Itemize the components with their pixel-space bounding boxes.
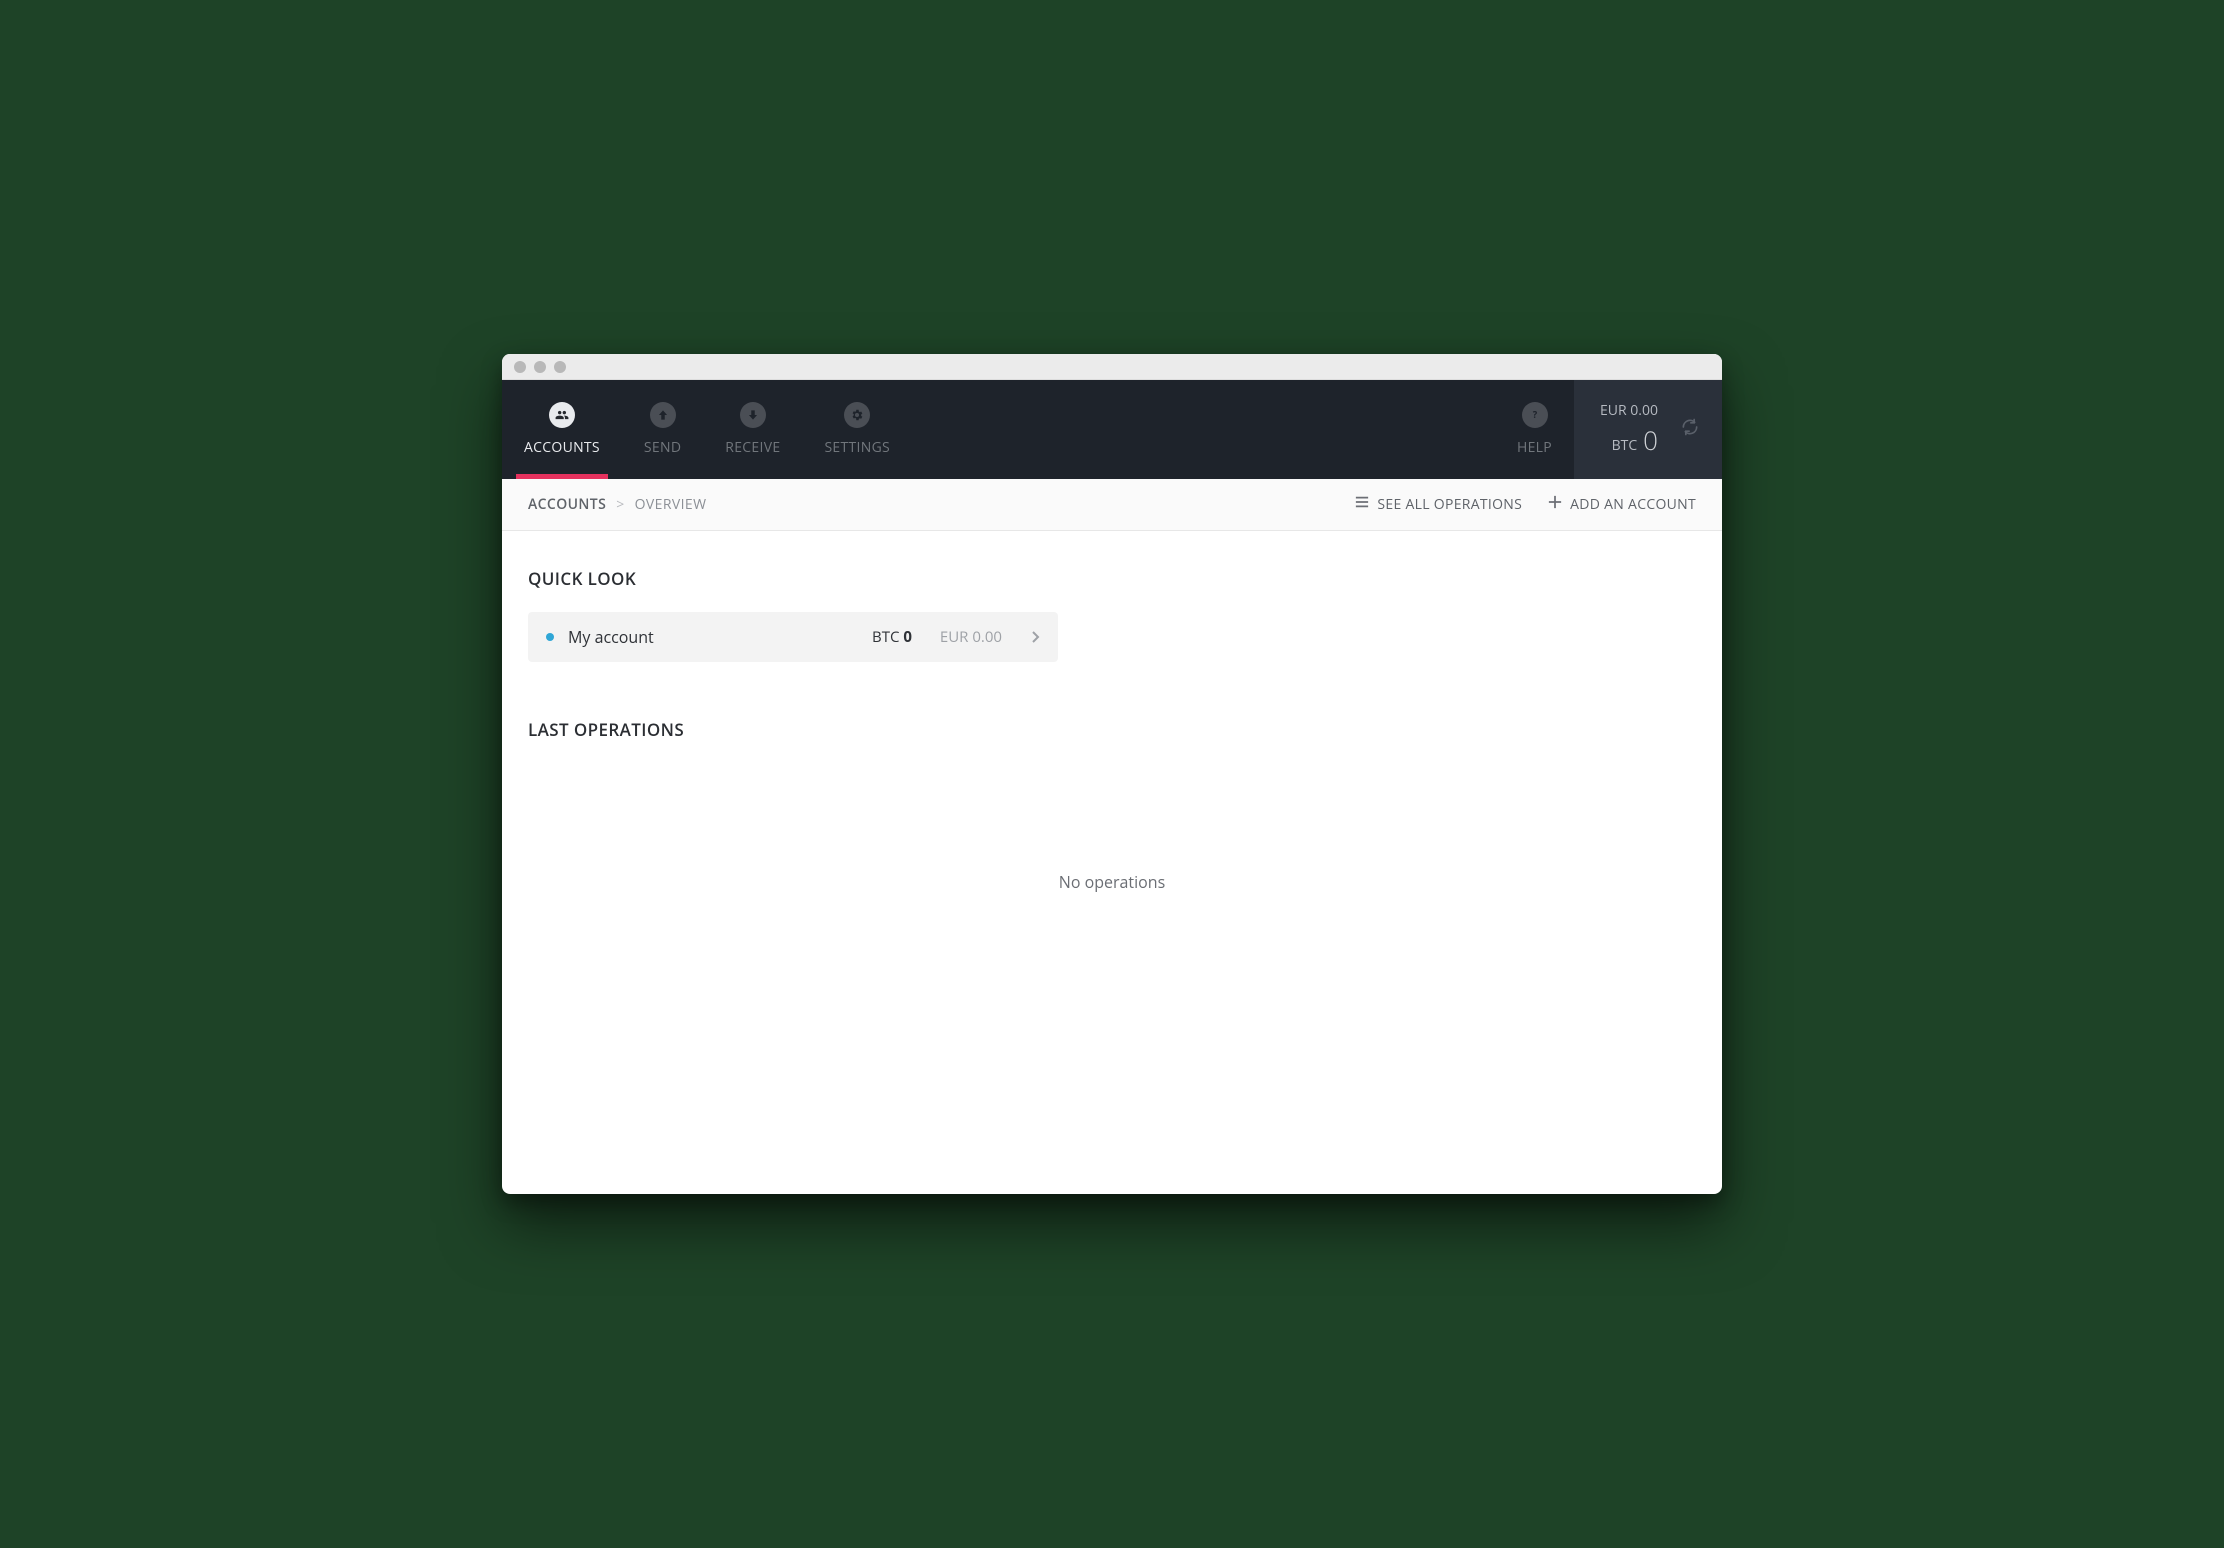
add-account-label: ADD AN ACCOUNT (1570, 495, 1696, 514)
account-eur: EUR 0.00 (940, 627, 1002, 647)
refresh-icon[interactable] (1680, 417, 1700, 442)
window-minimize-button[interactable] (534, 361, 546, 373)
main-header: ACCOUNTS SEND RECEIVE SETTINGS (502, 380, 1722, 479)
help-icon: ? (1522, 402, 1548, 428)
accounts-icon (549, 402, 575, 428)
see-all-operations-button[interactable]: SEE ALL OPERATIONS (1355, 495, 1522, 514)
account-btc: BTC 0 (872, 627, 912, 647)
nav-accounts-label: ACCOUNTS (524, 438, 600, 457)
add-account-button[interactable]: ADD AN ACCOUNT (1548, 495, 1696, 514)
nav-settings[interactable]: SETTINGS (802, 380, 912, 479)
svg-text:?: ? (1532, 408, 1537, 421)
account-color-dot (546, 633, 554, 641)
nav-help[interactable]: ? HELP (1495, 380, 1574, 479)
subheader: ACCOUNTS > OVERVIEW SEE ALL OPERATIONS A… (502, 479, 1722, 531)
settings-icon (844, 402, 870, 428)
nav-settings-label: SETTINGS (824, 438, 890, 457)
window-close-button[interactable] (514, 361, 526, 373)
chevron-right-icon (1032, 626, 1040, 648)
quick-look-title: QUICK LOOK (528, 567, 1696, 590)
content-area: QUICK LOOK My account BTC 0 EUR 0.00 LAS… (502, 531, 1722, 1194)
balance-text: EUR 0.00 BTC 0 (1600, 400, 1658, 460)
window-maximize-button[interactable] (554, 361, 566, 373)
balance-eur: EUR 0.00 (1600, 400, 1658, 421)
nav-send[interactable]: SEND (622, 380, 703, 479)
balance-btc: BTC 0 (1600, 421, 1658, 460)
nav-receive-label: RECEIVE (725, 438, 780, 457)
window-titlebar (502, 354, 1722, 380)
breadcrumb: ACCOUNTS > OVERVIEW (528, 495, 706, 514)
breadcrumb-current: OVERVIEW (635, 495, 707, 514)
balance-box: EUR 0.00 BTC 0 (1574, 380, 1722, 479)
nav-receive[interactable]: RECEIVE (703, 380, 802, 479)
nav-send-label: SEND (644, 438, 681, 457)
nav-accounts[interactable]: ACCOUNTS (502, 380, 622, 479)
breadcrumb-root[interactable]: ACCOUNTS (528, 495, 606, 514)
app-window: ACCOUNTS SEND RECEIVE SETTINGS (502, 354, 1722, 1194)
list-icon (1355, 495, 1369, 514)
main-nav: ACCOUNTS SEND RECEIVE SETTINGS (502, 380, 912, 479)
send-icon (650, 402, 676, 428)
plus-icon (1548, 495, 1562, 514)
no-operations-message: No operations (528, 871, 1696, 893)
nav-help-label: HELP (1517, 438, 1552, 457)
account-name: My account (568, 626, 654, 648)
account-card[interactable]: My account BTC 0 EUR 0.00 (528, 612, 1058, 662)
last-operations-title: LAST OPERATIONS (528, 718, 1696, 741)
breadcrumb-separator: > (616, 495, 624, 514)
see-all-operations-label: SEE ALL OPERATIONS (1377, 495, 1522, 514)
receive-icon (740, 402, 766, 428)
